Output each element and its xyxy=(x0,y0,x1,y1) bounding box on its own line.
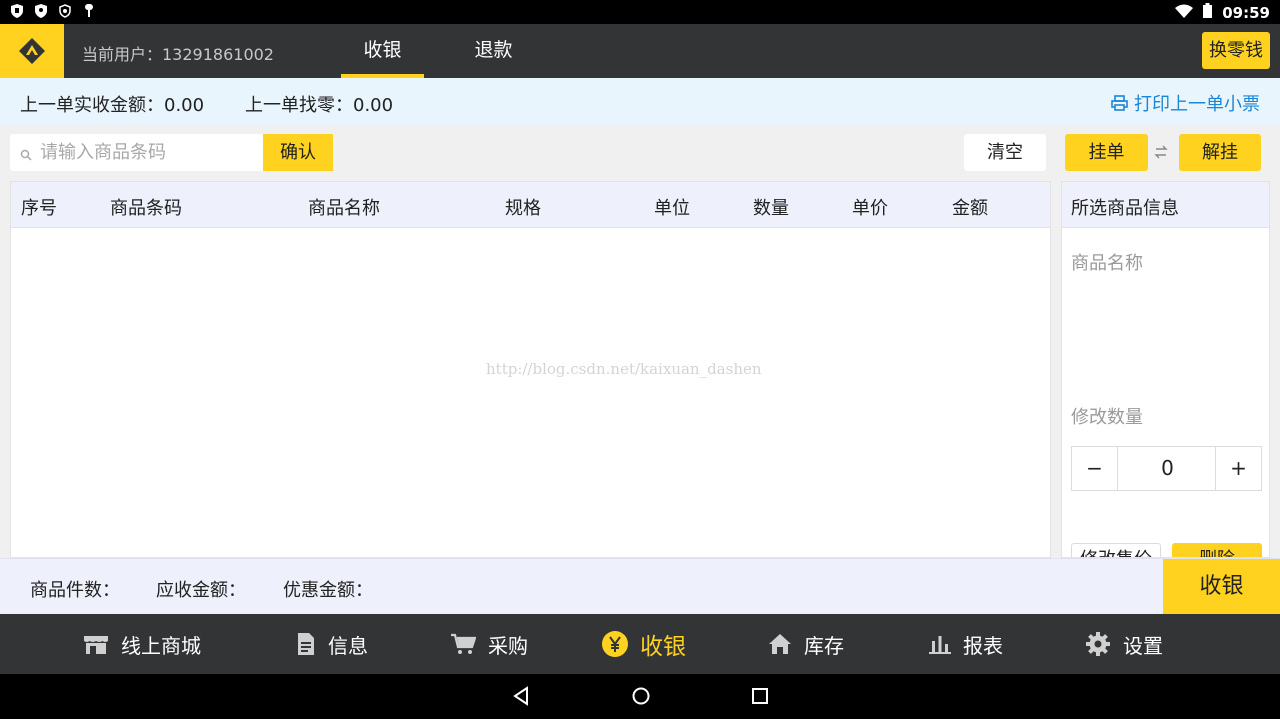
document-icon xyxy=(298,633,314,655)
shield-icon xyxy=(10,4,24,18)
app-logo[interactable] xyxy=(0,24,64,78)
last-received-amount: 上一单实收金额：0.00 xyxy=(20,95,205,116)
checkout-button[interactable]: 收银 xyxy=(1163,559,1280,615)
selected-product-panel: 所选商品信息 商品名称 修改数量 − 0 + 修改售价 删除 xyxy=(1061,181,1270,558)
nav-checkout-label: 收银 xyxy=(640,634,686,660)
nav-inventory-label: 库存 xyxy=(804,633,844,658)
quantity-stepper: − 0 + xyxy=(1071,446,1262,491)
nav-item-checkout[interactable]: 收银 xyxy=(602,614,686,674)
nav-reports-label: 报表 xyxy=(963,633,1003,658)
swap-icon xyxy=(1154,144,1168,163)
vpn-icon xyxy=(58,4,72,18)
delete-item-button[interactable]: 删除 xyxy=(1172,543,1262,557)
column-header-barcode: 商品条码 xyxy=(110,198,182,219)
column-header-quantity: 数量 xyxy=(753,198,789,219)
selected-product-header: 所选商品信息 xyxy=(1062,182,1269,228)
system-navigation-bar xyxy=(0,674,1280,719)
quantity-value[interactable]: 0 xyxy=(1118,447,1217,490)
selected-product-title: 所选商品信息 xyxy=(1071,198,1179,219)
item-count-label: 商品件数： xyxy=(30,580,120,601)
nav-item-inventory[interactable]: 库存 xyxy=(768,614,844,674)
notification-icons xyxy=(10,4,96,18)
column-header-unit: 单位 xyxy=(654,198,690,219)
store-icon xyxy=(84,636,108,654)
nav-item-settings[interactable]: 设置 xyxy=(1085,614,1163,674)
home-circle-icon[interactable] xyxy=(631,686,651,710)
battery-icon xyxy=(1203,3,1213,22)
tab-checkout[interactable]: 收银 xyxy=(341,24,424,78)
print-last-receipt-label: 打印上一单小票 xyxy=(1134,94,1260,115)
yen-coin-icon xyxy=(602,631,628,657)
nav-item-purchase[interactable]: 采购 xyxy=(450,614,528,674)
app-header: 当前用户：13291861002 收银 退款 换零钱 xyxy=(0,24,1280,78)
tab-checkout-label: 收银 xyxy=(363,39,402,61)
home-icon xyxy=(769,634,791,654)
clear-button[interactable]: 清空 xyxy=(964,134,1046,171)
column-header-index: 序号 xyxy=(21,198,57,219)
wifi-icon xyxy=(1175,4,1194,22)
column-header-spec: 规格 xyxy=(505,198,541,219)
nav-purchase-label: 采购 xyxy=(488,633,528,658)
receivable-amount-label: 应收金额： xyxy=(156,580,246,601)
increase-quantity-button[interactable]: + xyxy=(1215,447,1261,490)
last-order-info-bar: 上一单实收金额：0.00 上一单找零：0.00 打印上一单小票 xyxy=(0,78,1280,125)
nav-online-store-label: 线上商城 xyxy=(121,633,201,658)
status-bar: 09:59 xyxy=(0,0,1280,24)
watermark-text: http://blog.csdn.net/kaixuan_dashen xyxy=(486,360,762,378)
barcode-search-box[interactable] xyxy=(10,134,263,171)
tab-refund[interactable]: 退款 xyxy=(452,24,535,78)
resume-order-button[interactable]: 解挂 xyxy=(1179,134,1261,171)
last-change-amount: 上一单找零：0.00 xyxy=(245,95,394,116)
back-icon[interactable] xyxy=(512,686,530,710)
shield-icon xyxy=(34,4,48,18)
decrease-quantity-button[interactable]: − xyxy=(1072,447,1118,490)
logo-icon xyxy=(19,38,45,64)
print-last-receipt-link[interactable]: 打印上一单小票 xyxy=(1111,90,1260,116)
recents-icon[interactable] xyxy=(751,686,769,710)
tab-refund-label: 退款 xyxy=(474,39,513,61)
change-money-button[interactable]: 换零钱 xyxy=(1202,32,1270,69)
order-summary-bar: 商品件数： 应收金额： 优惠金额： 收银 xyxy=(0,558,1280,615)
product-name-label: 商品名称 xyxy=(1071,253,1143,274)
confirm-button[interactable]: 确认 xyxy=(263,134,333,171)
nav-info-label: 信息 xyxy=(328,633,368,658)
column-header-amount: 金额 xyxy=(952,198,988,219)
hold-order-button[interactable]: 挂单 xyxy=(1065,134,1148,171)
cart-table-header: 序号 商品条码 商品名称 规格 单位 数量 单价 金额 xyxy=(11,182,1050,228)
usb-debug-icon xyxy=(82,4,96,18)
printer-icon xyxy=(1111,95,1128,111)
column-header-unit-price: 单价 xyxy=(852,198,888,219)
cart-table: 序号 商品条码 商品名称 规格 单位 数量 单价 金额 http://blog.… xyxy=(10,181,1051,558)
clock: 09:59 xyxy=(1222,3,1270,22)
nav-item-online-store[interactable]: 线上商城 xyxy=(83,614,201,674)
modify-quantity-label: 修改数量 xyxy=(1071,407,1143,428)
current-user-label: 当前用户：13291861002 xyxy=(82,45,274,64)
nav-settings-label: 设置 xyxy=(1123,633,1163,658)
discount-amount-label: 优惠金额： xyxy=(283,580,373,601)
column-header-name: 商品名称 xyxy=(308,198,380,219)
status-right: 09:59 xyxy=(1175,3,1270,22)
nav-item-reports[interactable]: 报表 xyxy=(929,614,1003,674)
modify-price-button[interactable]: 修改售价 xyxy=(1071,543,1161,557)
cart-icon xyxy=(451,633,476,654)
gear-icon xyxy=(1086,632,1110,656)
bottom-navigation: 线上商城 信息 采购 收银 库存 报表 设置 xyxy=(0,614,1280,674)
barcode-input[interactable] xyxy=(40,134,260,171)
bar-chart-icon xyxy=(929,636,951,654)
nav-item-info[interactable]: 信息 xyxy=(296,614,368,674)
search-icon xyxy=(20,146,32,165)
